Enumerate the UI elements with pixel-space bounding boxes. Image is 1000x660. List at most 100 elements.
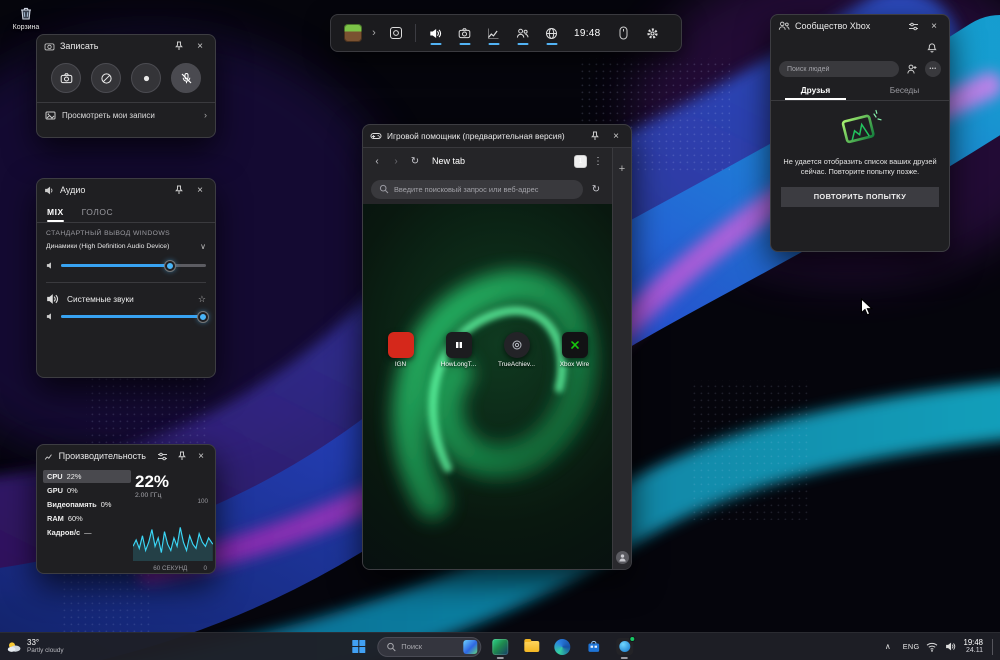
refresh-icon[interactable]: ↻ — [588, 184, 604, 195]
audio-panel-header: Аудио × — [37, 179, 215, 201]
shortcut-ign[interactable]: IGN — [378, 332, 424, 368]
metric-value: — — [84, 528, 92, 537]
system-volume-slider[interactable] — [61, 311, 209, 322]
taskbar-file-explorer[interactable] — [519, 635, 543, 659]
people-search-input[interactable] — [787, 65, 891, 73]
recycle-bin-shortcut[interactable]: Корзина — [4, 4, 48, 31]
shortcut-xbox-wire[interactable]: Xbox Wire — [552, 332, 598, 368]
taskbar-search-input[interactable] — [401, 642, 459, 651]
tab-friends[interactable]: Друзья — [771, 85, 860, 100]
options-sliders-icon[interactable] — [905, 18, 921, 34]
metric-row-ram[interactable]: RAM 60% — [43, 512, 131, 525]
new-tab-wallpaper — [392, 270, 597, 520]
performance-chart-icon — [44, 453, 52, 460]
metric-row-gpu[interactable]: GPU 0% — [43, 484, 131, 497]
add-friend-icon[interactable] — [904, 61, 920, 77]
close-icon[interactable]: × — [608, 128, 624, 144]
capture-widget-button[interactable] — [382, 19, 409, 47]
metric-value: 22% — [66, 472, 82, 481]
pin-icon[interactable] — [171, 182, 187, 198]
close-icon[interactable]: × — [192, 182, 208, 198]
address-bar[interactable] — [371, 179, 583, 199]
kebab-menu-icon[interactable]: ⋮ — [590, 156, 606, 167]
audio-widget-button[interactable] — [422, 19, 449, 47]
more-options-button[interactable]: ••• — [925, 61, 941, 77]
close-icon[interactable]: × — [192, 38, 208, 54]
settings-button[interactable] — [639, 19, 666, 47]
clock-date: 24.11 — [966, 646, 983, 654]
language-indicator[interactable]: ENG — [903, 642, 920, 651]
output-device-select[interactable]: Динамики (High Definition Audio Device) … — [46, 242, 206, 251]
tab-voice[interactable]: ГОЛОС — [82, 207, 113, 222]
camera-icon — [44, 42, 55, 50]
start-button[interactable] — [346, 635, 370, 659]
device-volume-slider[interactable] — [61, 260, 206, 271]
ign-icon — [387, 332, 414, 358]
profile-avatar[interactable] — [615, 551, 629, 564]
taskbar-edge[interactable] — [550, 635, 574, 659]
system-volume-row — [46, 310, 209, 327]
wifi-icon[interactable] — [926, 642, 938, 652]
taskbar-xbox-app[interactable] — [612, 635, 636, 659]
system-sounds-label: Системные звуки — [67, 294, 134, 304]
new-tab-button[interactable]: + — [619, 163, 625, 175]
taskbar-store[interactable] — [581, 635, 605, 659]
shortcut-label: IGN — [394, 361, 407, 368]
metric-row-vram[interactable]: Видеопамять 0% — [43, 498, 131, 511]
taskbar-search[interactable] — [377, 636, 482, 657]
controller-hint-button[interactable] — [610, 19, 637, 47]
windows-logo-icon — [351, 640, 365, 653]
start-recording-button[interactable] — [131, 63, 161, 93]
bell-icon[interactable] — [924, 39, 940, 55]
weather-widget[interactable]: 33° Partly cloudy — [6, 633, 64, 660]
search-highlights-icon — [463, 639, 478, 654]
address-input[interactable] — [394, 184, 575, 194]
circle-slash-icon — [100, 72, 112, 84]
tab-chats[interactable]: Беседы — [860, 85, 949, 100]
pin-icon[interactable] — [587, 128, 603, 144]
forward-icon[interactable]: › — [388, 156, 404, 167]
close-icon[interactable]: × — [194, 448, 208, 464]
screenshot-button[interactable] — [51, 63, 81, 93]
performance-widget-button[interactable] — [480, 19, 507, 47]
people-search-box[interactable] — [779, 61, 899, 77]
capture-panel-button[interactable] — [451, 19, 478, 47]
close-icon[interactable]: × — [926, 18, 942, 34]
pin-icon[interactable] — [171, 38, 187, 54]
pin-icon[interactable] — [175, 448, 189, 464]
people-search-row: ••• — [771, 55, 949, 77]
community-widget-button[interactable] — [538, 19, 565, 47]
mic-mute-button[interactable] — [171, 63, 201, 93]
speaker-icon — [45, 186, 53, 194]
tab-counter-button[interactable]: 1 — [574, 154, 587, 168]
metric-label: Кадров/с — [47, 528, 81, 537]
search-icon — [387, 642, 396, 651]
taskbar-clock[interactable]: 19:48 24.11 — [963, 638, 983, 656]
retry-button[interactable]: ПОВТОРИТЬ ПОПЫТКУ — [781, 186, 939, 207]
shortcut-howlongtobeat[interactable]: HowLongT... — [436, 332, 482, 368]
options-sliders-icon[interactable] — [156, 448, 170, 464]
refresh-icon[interactable]: ↻ — [407, 156, 423, 167]
capture-frame-icon — [389, 27, 402, 39]
system-sounds-row: Системные звуки ☆ — [37, 285, 215, 306]
audio-output-section: СТАНДАРТНЫЙ ВЫВОД WINDOWS Динамики (High… — [37, 223, 215, 280]
widget-menu-button[interactable] — [339, 19, 366, 47]
record-last-moment-button[interactable] — [91, 63, 121, 93]
volume-icon[interactable] — [945, 641, 956, 652]
search-icon — [379, 184, 389, 194]
social-widget-button[interactable] — [509, 19, 536, 47]
shortcut-trueachievements[interactable]: TrueAchiev... — [494, 332, 540, 368]
back-icon[interactable]: ‹ — [369, 156, 385, 167]
show-desktop-button[interactable] — [992, 638, 994, 655]
tray-overflow-chevron[interactable]: ∧ — [880, 639, 896, 655]
record-dot-icon — [143, 75, 149, 81]
metric-row-fps[interactable]: Кадров/с — — [43, 526, 131, 539]
taskbar-gamebar-app[interactable] — [488, 635, 512, 659]
star-icon[interactable]: ☆ — [198, 294, 206, 305]
system-volume-section — [37, 306, 215, 331]
see-my-captures-link[interactable]: Просмотреть мои записи › — [37, 102, 215, 127]
controller-icon — [370, 133, 382, 139]
tab-mix[interactable]: MIX — [47, 207, 64, 222]
metric-row-cpu[interactable]: CPU 22% — [43, 470, 131, 483]
performance-panel: Производительность × CPU 22% GPU 0% Виде… — [36, 444, 216, 574]
